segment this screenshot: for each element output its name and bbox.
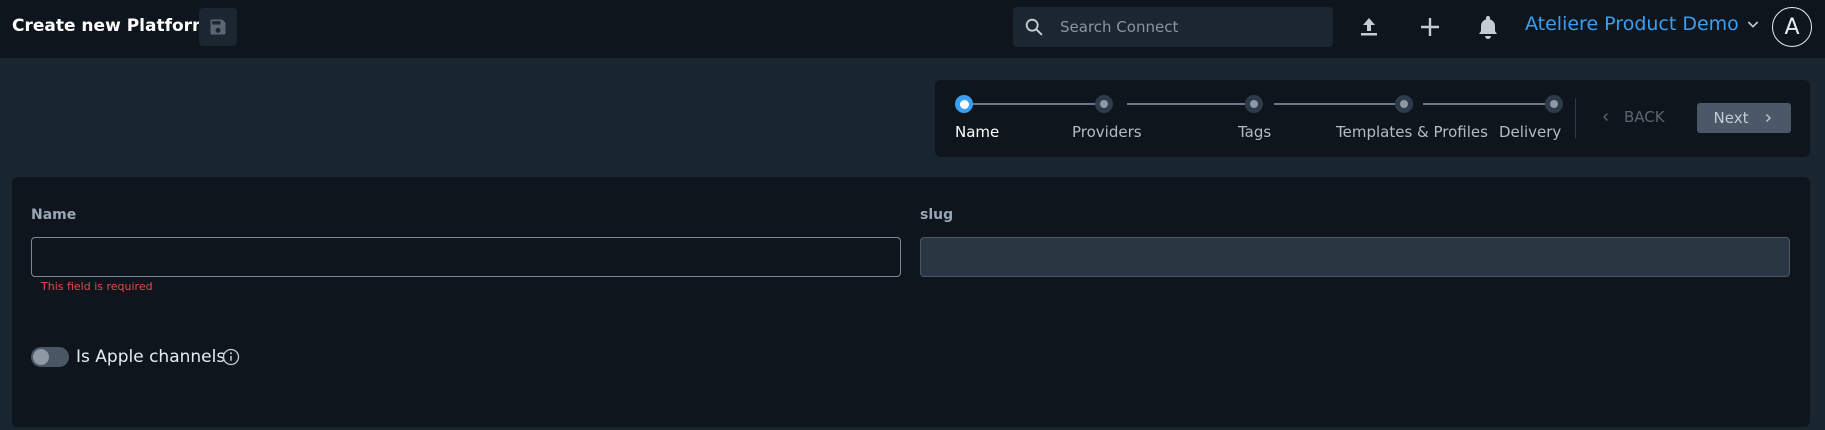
upload-button[interactable] [1354, 12, 1384, 42]
step-connector [965, 103, 1112, 105]
step-name-dot[interactable] [955, 95, 973, 113]
name-input[interactable] [31, 237, 901, 277]
step-name-label[interactable]: Name [955, 123, 999, 141]
save-button[interactable] [199, 8, 237, 46]
top-bar: Create new Platform Ateliere Product De [0, 0, 1825, 58]
step-templates-label[interactable]: Templates & Profiles [1336, 123, 1488, 141]
add-button[interactable] [1415, 12, 1445, 42]
info-icon[interactable] [222, 348, 240, 366]
org-selector[interactable]: Ateliere Product Demo [1525, 13, 1761, 35]
apple-channels-label: Is Apple channels [76, 347, 226, 367]
step-connector [1274, 103, 1408, 105]
name-field-label: Name [31, 207, 77, 223]
step-providers-dot[interactable] [1095, 95, 1113, 113]
step-tags-dot[interactable] [1245, 95, 1263, 113]
avatar[interactable]: A [1772, 7, 1812, 47]
step-templates-dot[interactable] [1395, 95, 1413, 113]
next-button[interactable]: Next [1697, 103, 1791, 133]
step-tags-label[interactable]: Tags [1238, 123, 1271, 141]
chevron-down-icon [1747, 21, 1759, 28]
org-name: Ateliere Product Demo [1525, 13, 1739, 35]
step-delivery-label[interactable]: Delivery [1499, 123, 1561, 141]
search-box[interactable] [1013, 7, 1333, 47]
slug-input [920, 237, 1790, 277]
search-icon [1025, 18, 1043, 36]
page-title: Create new Platform [12, 16, 210, 36]
save-icon [210, 19, 226, 35]
step-providers-label[interactable]: Providers [1072, 123, 1142, 141]
slug-field-label: slug [920, 207, 954, 223]
upload-icon [1361, 18, 1377, 36]
step-delivery-dot[interactable] [1545, 95, 1563, 113]
plus-icon [1421, 18, 1439, 36]
name-error-message: This field is required [41, 280, 153, 293]
chevron-left-icon [1603, 113, 1608, 121]
wizard-stepper: Name Providers Tags Templates & Profiles… [935, 80, 1810, 157]
apple-channels-toggle[interactable] [31, 347, 69, 367]
step-connector [1423, 103, 1559, 105]
step-connector [1127, 103, 1259, 105]
chevron-right-icon [1766, 114, 1772, 122]
bell-icon [1479, 16, 1497, 39]
notifications-button[interactable] [1473, 12, 1503, 42]
back-label: BACK [1624, 108, 1665, 126]
platform-form: Name This field is required slug Is Appl… [12, 177, 1810, 427]
search-input[interactable] [1060, 7, 1325, 47]
next-label: Next [1713, 109, 1749, 127]
stepper-divider [1575, 98, 1576, 138]
back-button[interactable]: BACK [1600, 108, 1665, 126]
